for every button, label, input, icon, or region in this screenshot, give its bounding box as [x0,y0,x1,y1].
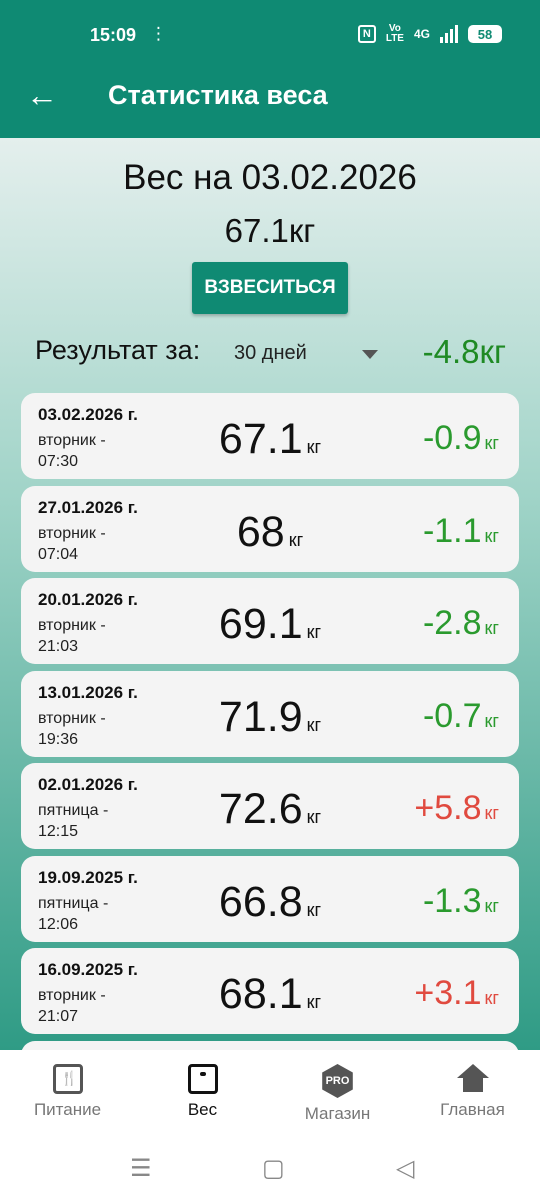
weight-entry[interactable]: 19.09.2025 г. пятница -12:06 66.8 кг -1.3… [21,856,519,942]
battery-icon: 58 [468,25,502,43]
weight-entry[interactable]: 27.01.2026 г. вторник -07:04 68 кг -1.1 кг [21,486,519,572]
entry-delta: +3.1 кг [414,974,499,1012]
signal-icon [440,25,458,43]
entry-delta: +5.8 кг [414,789,499,827]
weight-entry[interactable]: 02.01.2026 г. пятница -12:15 72.6 кг +5.8… [21,763,519,849]
result-label: Результат за: [35,335,201,365]
system-navigation-bar: ☰ ▢ ◁ [0,1134,540,1200]
weight-date: Вес на 03.02.2026 [123,158,417,197]
entry-delta: -0.9 кг [422,419,499,457]
period-select[interactable]: 30 дней [234,342,307,365]
status-icons: N Vo LTE 4G 58 [357,23,502,44]
home-icon [456,1064,489,1094]
weight-entry[interactable]: 20.01.2026 г. вторник -21:03 69.1 кг -2.8… [21,578,519,664]
back-arrow-icon[interactable]: ← [26,78,60,112]
recent-apps-icon[interactable]: ☰ [130,1154,152,1183]
weight-entry-partial[interactable] [21,1041,519,1050]
status-time: 15:09 [90,25,137,45]
status-bar: 15:09 ⋮ N Vo LTE 4G 58 [0,0,540,54]
bottom-navigation: Питание Вес PRO Магазин Главная [0,1050,540,1134]
network-label: 4G [413,27,430,41]
nfc-icon: N [357,25,376,43]
main-content[interactable]: Вес на 03.02.2026 67.1кг ВЗВЕСИТЬСЯ Резу… [0,138,540,1050]
current-weight: 67.1кг [224,212,316,249]
weigh-button[interactable]: ВЗВЕСИТЬСЯ [192,262,348,314]
nav-label: Главная [440,1100,505,1119]
volte-icon: Vo LTE [385,23,404,44]
page-title: Статистика веса [108,80,328,110]
home-square-icon[interactable]: ▢ [262,1154,285,1183]
nav-home[interactable]: Главная [405,1064,540,1120]
entry-delta: -2.8 кг [422,604,499,642]
nav-shop[interactable]: PRO Магазин [270,1064,405,1124]
chevron-down-icon[interactable] [362,350,378,359]
app-bar: ← Статистика веса [0,54,540,138]
weight-entry[interactable]: 13.01.2026 г. вторник -19:36 71.9 кг -0.7… [21,671,519,757]
entry-delta: -1.1 кг [422,512,499,550]
entry-delta: -0.7 кг [422,697,499,735]
weight-entry[interactable]: 16.09.2025 г. вторник -21:07 68.1 кг +3.1… [21,948,519,1034]
food-icon [52,1064,83,1094]
nav-label: Вес [187,1100,218,1119]
scale-icon [187,1064,218,1094]
weight-entry[interactable]: 03.02.2026 г. вторник -07:30 67.1 кг -0.9… [21,393,519,479]
nav-label: Магазин [304,1104,371,1123]
nav-label: Питание [33,1100,102,1119]
back-triangle-icon[interactable]: ◁ [396,1154,414,1183]
pro-icon: PRO [322,1064,353,1098]
result-total: -4.8кг [422,333,506,370]
steps-icon: ⋮ [150,24,167,43]
nav-food[interactable]: Питание [0,1064,135,1120]
nav-weight[interactable]: Вес [135,1064,270,1120]
entry-delta: -1.3 кг [422,882,499,920]
